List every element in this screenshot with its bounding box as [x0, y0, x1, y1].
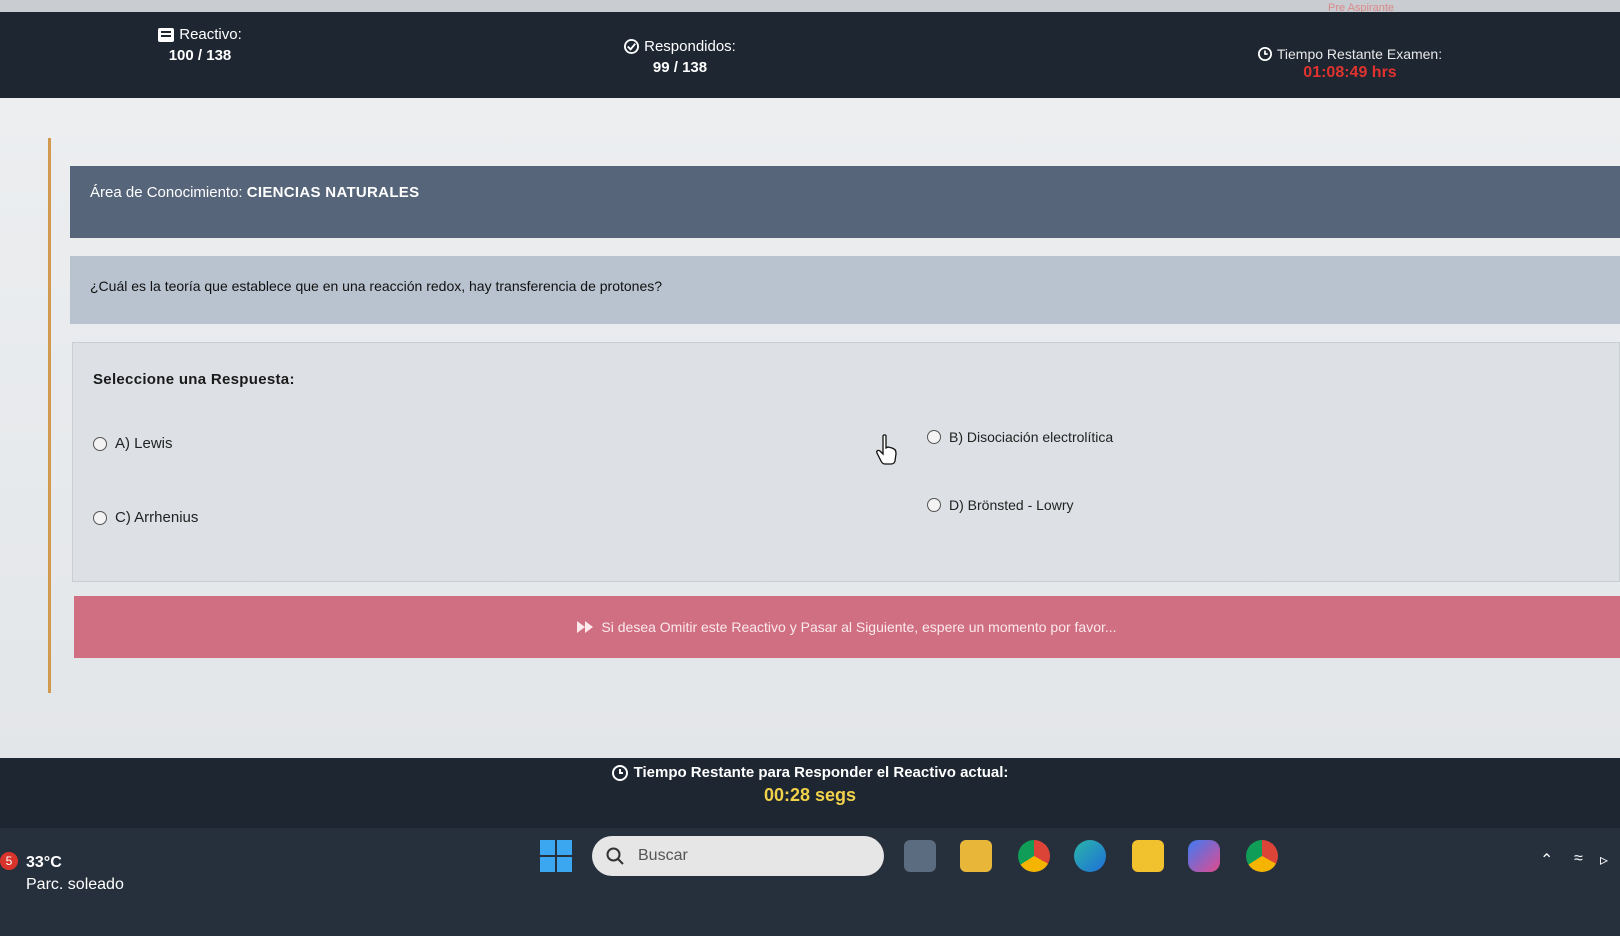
chevron-up-icon[interactable]: ⌃: [1540, 850, 1553, 870]
area-prefix: Área de Conocimiento:: [90, 184, 243, 201]
speaker-icon[interactable]: ▹: [1600, 850, 1608, 870]
weather-temperature: 33°C: [26, 854, 62, 871]
question-timer-bar: Tiempo Restante para Responder el Reacti…: [0, 758, 1620, 828]
skip-label: Si desea Omitir este Reactivo y Pasar al…: [601, 619, 1117, 635]
exam-time-remaining: Tiempo Restante Examen: 01:08:49 hrs: [1240, 46, 1460, 82]
windows-taskbar: 5 33°C Parc. soleado Buscar ⌃ ≈ ▹: [0, 828, 1620, 936]
reactivo-value: 100 / 138: [168, 47, 232, 64]
clock-icon: [1257, 47, 1272, 61]
radio-button[interactable]: [927, 498, 941, 512]
option-label: A) Lewis: [115, 435, 173, 452]
search-icon: [606, 847, 624, 865]
reactivo-label: Reactivo:: [179, 26, 242, 43]
area-name: CIENCIAS NATURALES: [246, 184, 420, 201]
list-icon: [158, 27, 175, 42]
left-divider: [48, 138, 51, 693]
fast-forward-icon: [577, 621, 594, 633]
wifi-icon[interactable]: ≈: [1574, 850, 1583, 868]
option-label: B) Disociación electrolítica: [949, 429, 1114, 445]
edge-icon[interactable]: [1074, 840, 1106, 872]
reactivo-counter: Reactivo: 100 / 138: [145, 26, 255, 64]
skip-question-button[interactable]: Si desea Omitir este Reactivo y Pasar al…: [74, 596, 1620, 658]
search-placeholder: Buscar: [638, 847, 688, 864]
file-explorer-icon[interactable]: [960, 840, 992, 872]
weather-condition: Parc. soleado: [26, 876, 124, 893]
clock-icon: [611, 764, 628, 781]
chrome-icon[interactable]: [1018, 840, 1050, 872]
option-a[interactable]: A) Lewis: [93, 435, 173, 452]
option-d[interactable]: D) Brönsted - Lowry: [927, 497, 1073, 513]
exam-time-value: 01:08:49 hrs: [1303, 64, 1397, 81]
respondidos-value: 99 / 138: [652, 59, 708, 76]
weather-badge: 5: [0, 852, 18, 870]
respondidos-label: Respondidos:: [644, 38, 736, 55]
option-c[interactable]: C) Arrhenius: [93, 509, 198, 526]
option-label: D) Brönsted - Lowry: [949, 497, 1074, 513]
answers-title: Seleccione una Respuesta:: [93, 371, 295, 388]
question-panel: Área de Conocimiento: CIENCIAS NATURALES…: [0, 98, 1620, 758]
copilot-icon[interactable]: [1188, 840, 1220, 872]
question-timer-value: 00:28 segs: [763, 785, 857, 805]
question-text: ¿Cuál es la teoría que establece que en …: [70, 256, 1620, 324]
windows-start-icon[interactable]: [540, 840, 572, 872]
option-label: C) Arrhenius: [115, 509, 199, 526]
option-b[interactable]: B) Disociación electrolítica: [927, 429, 1113, 445]
sticky-notes-icon[interactable]: [1132, 840, 1164, 872]
radio-button[interactable]: [927, 430, 941, 444]
hand-cursor-icon: [876, 434, 897, 465]
radio-button[interactable]: [93, 510, 107, 525]
answers-box: Seleccione una Respuesta: A) Lewis B) Di…: [72, 342, 1620, 582]
exam-header: Reactivo: 100 / 138 Respondidos: 99 / 13…: [0, 12, 1620, 98]
top-strip: Pre Aspirante: [0, 0, 1620, 14]
knowledge-area-bar: Área de Conocimiento: CIENCIAS NATURALES: [70, 166, 1620, 238]
exam-time-label: Tiempo Restante Examen:: [1276, 46, 1443, 62]
check-circle-icon: [624, 39, 640, 54]
question-timer-label: Tiempo Restante para Responder el Reacti…: [633, 764, 1009, 781]
task-view-icon[interactable]: [904, 840, 936, 872]
chrome-profile-icon[interactable]: [1246, 840, 1278, 872]
radio-button[interactable]: [93, 436, 107, 451]
taskbar-search[interactable]: Buscar: [592, 836, 884, 876]
respondidos-counter: Respondidos: 99 / 138: [600, 38, 760, 76]
